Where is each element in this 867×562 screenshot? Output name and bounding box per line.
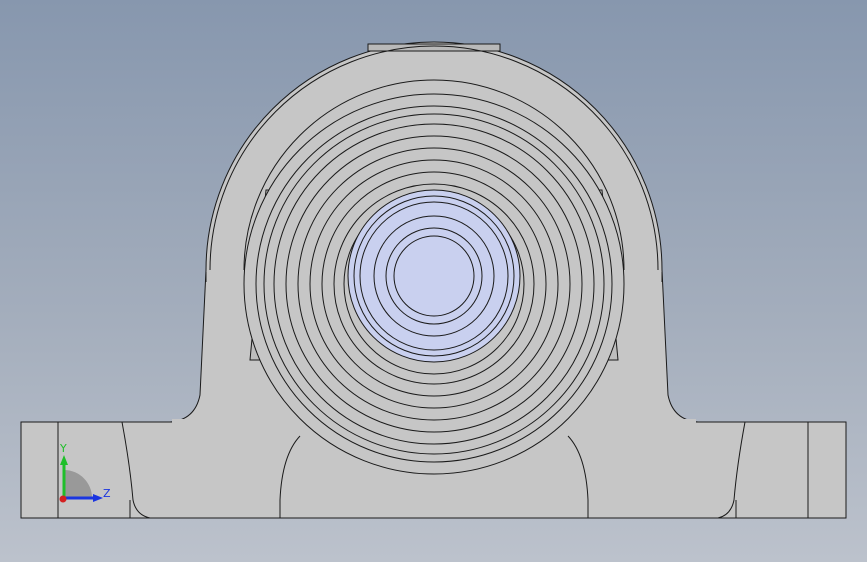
triad-z-label: Z [103,487,111,500]
cad-viewport[interactable]: Y Z [0,0,867,562]
pillow-block-model[interactable]: Y Z [0,0,867,562]
grease-fitting [367,43,501,52]
triad-y-label: Y [59,442,67,455]
triad-origin [59,495,67,503]
